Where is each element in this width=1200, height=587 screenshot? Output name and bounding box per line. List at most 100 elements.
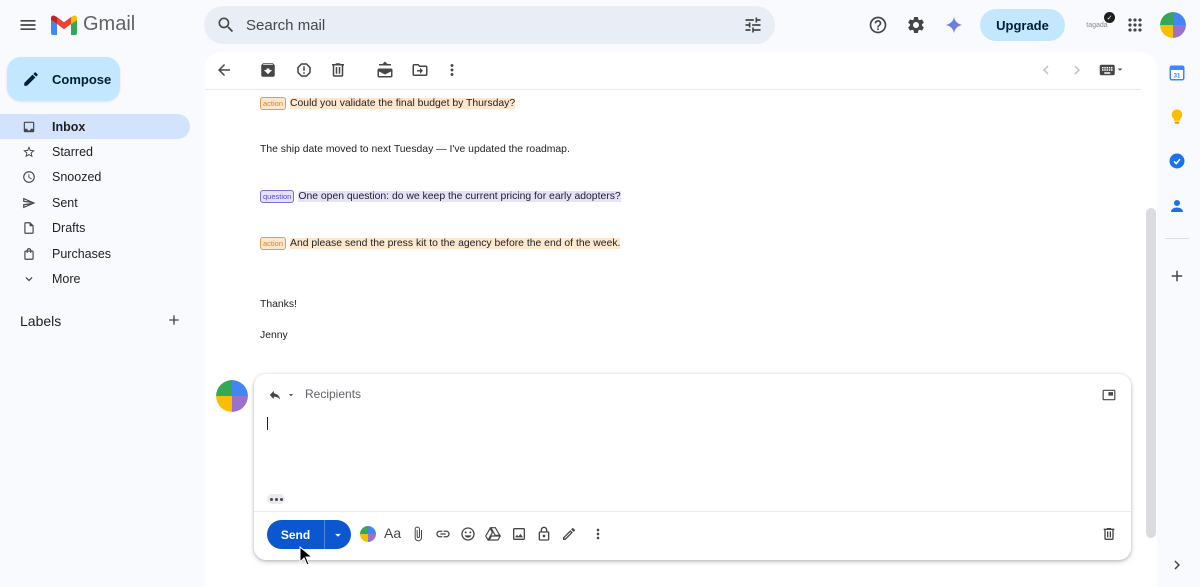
discard-draft-icon[interactable]	[1101, 526, 1117, 542]
compose-button[interactable]: Compose	[7, 57, 120, 101]
older-chevron-right-icon[interactable]	[1068, 61, 1086, 79]
text-cursor[interactable]	[267, 417, 268, 430]
menu-icon	[20, 20, 36, 30]
pencil-icon	[24, 72, 38, 86]
gemini-button[interactable]	[934, 5, 974, 45]
show-side-panel-chevron-icon[interactable]	[1168, 556, 1186, 574]
search-input[interactable]	[246, 6, 726, 44]
gear-icon	[908, 16, 924, 33]
sidebar-item-label: Inbox	[52, 119, 86, 134]
google-tasks-icon[interactable]	[1168, 152, 1186, 170]
pop-out-icon[interactable]	[1102, 388, 1116, 402]
sidebar-item-snoozed[interactable]: Snoozed	[0, 165, 190, 190]
avatar-quadrants-icon	[1160, 12, 1186, 38]
more-options-icon[interactable]	[590, 526, 606, 542]
send-icon	[23, 197, 36, 209]
draft-icon	[24, 222, 34, 235]
main-menu-button[interactable]	[8, 5, 48, 45]
question-tag: question	[260, 190, 295, 203]
search-icon[interactable]	[216, 15, 236, 35]
help-button[interactable]	[858, 5, 898, 45]
insert-photo-icon[interactable]	[511, 526, 527, 542]
message-signature: Jenny	[260, 330, 288, 341]
message-line-text: One open question: do we keep the curren…	[298, 191, 621, 202]
gmail-logo[interactable]: Gmail	[51, 13, 135, 36]
google-calendar-icon[interactable]: 31	[1168, 64, 1186, 82]
signature-pen-icon[interactable]	[561, 526, 577, 542]
message-line-text: And please send the press kit to the age…	[290, 238, 621, 249]
sidebar-item-sent[interactable]: Sent	[0, 190, 190, 215]
archive-icon[interactable]	[259, 61, 277, 79]
settings-button[interactable]	[896, 5, 936, 45]
search-options-icon[interactable]	[743, 15, 763, 35]
keyboard-input-icon[interactable]	[1098, 61, 1124, 79]
google-contacts-icon[interactable]	[1168, 197, 1186, 215]
reply-type-dropdown-icon[interactable]	[286, 390, 296, 400]
scrollbar[interactable]	[1146, 208, 1156, 538]
recipients-field[interactable]: Recipients	[305, 387, 361, 401]
sidebar-item-drafts[interactable]: Drafts	[0, 216, 190, 241]
reply-icon[interactable]	[268, 388, 282, 402]
get-addons-plus-icon[interactable]	[1168, 267, 1186, 285]
schedule-send-dropdown[interactable]	[325, 520, 351, 549]
gemini-sparkle-icon	[945, 16, 963, 34]
gemini-help-me-write-icon[interactable]	[360, 526, 376, 542]
newer-chevron-left-icon[interactable]	[1037, 61, 1055, 79]
svg-text:31: 31	[1174, 74, 1181, 80]
gmail-m-icon	[51, 15, 77, 35]
sidebar-nav: Inbox Starred Snoozed Sent Drafts Purcha…	[0, 114, 190, 292]
sidebar-item-label: Sent	[52, 195, 78, 210]
more-vert-icon[interactable]	[443, 61, 461, 79]
sidebar-item-label: More	[52, 272, 81, 287]
plus-icon	[169, 315, 179, 325]
app-name: Gmail	[83, 13, 136, 35]
back-arrow-icon[interactable]	[215, 61, 233, 79]
message-line: The ship date moved to next Tuesday — I'…	[260, 144, 570, 155]
sidebar-item-label: Purchases	[52, 246, 112, 261]
emoji-icon[interactable]	[460, 526, 476, 542]
help-icon	[869, 16, 887, 34]
mouse-pointer-icon	[299, 546, 313, 566]
send-button[interactable]: Send	[267, 520, 324, 549]
sender-avatar	[216, 380, 248, 412]
create-label-button[interactable]	[166, 312, 186, 332]
account-avatar[interactable]	[1160, 12, 1186, 38]
mark-unread-icon[interactable]	[376, 61, 394, 79]
message-line-text: Could you validate the final budget by T…	[290, 98, 516, 109]
search-bar[interactable]	[204, 6, 775, 44]
send-button-group[interactable]: Send	[267, 520, 351, 549]
delete-icon[interactable]	[329, 61, 347, 79]
caret-down-icon	[335, 533, 341, 537]
avatar-quadrants-icon	[216, 380, 248, 412]
show-trimmed-content-button[interactable]	[267, 494, 285, 504]
sidebar-item-inbox[interactable]: Inbox	[0, 114, 190, 140]
formatting-options-button[interactable]: Aa	[384, 525, 401, 541]
verified-badge: ✓	[1104, 12, 1115, 23]
confidential-mode-icon[interactable]	[536, 526, 552, 542]
message-line-question: question One open question: do we keep t…	[260, 190, 621, 203]
sidebar-item-label: Snoozed	[52, 170, 102, 185]
action-tag: action	[260, 97, 287, 110]
side-panel-divider	[1165, 238, 1189, 239]
toolbar-divider	[205, 89, 1141, 90]
move-to-icon[interactable]	[411, 61, 429, 79]
sidebar-item-purchases[interactable]: Purchases	[0, 241, 190, 266]
sidebar-item-starred[interactable]: Starred	[0, 139, 190, 164]
report-spam-icon[interactable]	[295, 61, 313, 79]
attach-file-icon[interactable]	[410, 526, 426, 542]
inbox-icon	[23, 121, 35, 132]
sidebar-item-label: Starred	[52, 145, 93, 160]
sidebar-item-more[interactable]: More	[0, 266, 190, 291]
shopping-bag-icon	[24, 247, 34, 260]
insert-link-icon[interactable]	[435, 526, 451, 542]
reply-divider	[254, 511, 1131, 512]
google-keep-icon[interactable]	[1168, 108, 1186, 126]
star-icon	[23, 146, 35, 158]
compose-label: Compose	[52, 71, 112, 87]
chevron-down-icon	[25, 277, 33, 282]
apps-button[interactable]	[1115, 5, 1155, 45]
message-line-action: action Could you validate the final budg…	[260, 97, 516, 110]
google-drive-icon[interactable]	[485, 526, 501, 542]
message-line-text: The ship date moved to next Tuesday — I'…	[260, 144, 570, 155]
upgrade-button[interactable]: Upgrade	[980, 9, 1065, 41]
